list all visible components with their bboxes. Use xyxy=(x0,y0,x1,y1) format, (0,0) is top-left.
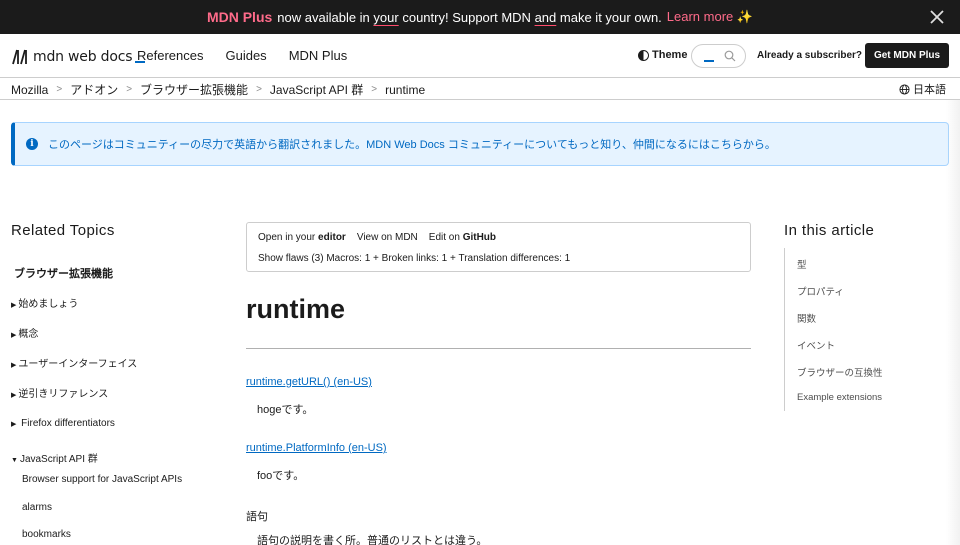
sidebar-item-label: JavaScript API 群 xyxy=(19,454,98,465)
open-editor-strong: editor xyxy=(318,232,346,243)
learn-more-link[interactable]: Learn more ✨ xyxy=(667,9,753,25)
chevron-right-icon: > xyxy=(56,84,63,95)
mdn-logo[interactable]: mdn web docs xyxy=(11,46,146,68)
show-flaws-button[interactable]: Show flaws (3) Macros: 1 + Broken links:… xyxy=(258,253,570,264)
search-input[interactable] xyxy=(691,44,746,68)
view-on-mdn-link[interactable]: View on MDN xyxy=(357,232,418,243)
breadcrumb: Mozilla > アドオン > ブラウザー拡張機能 > JavaScript … xyxy=(11,81,425,98)
title-divider xyxy=(246,348,751,349)
toc-item[interactable]: Example extensions xyxy=(797,392,882,403)
search-icon xyxy=(724,50,736,62)
definition-description: hogeです。 xyxy=(257,404,314,416)
sidebar-item-expanded[interactable]: ▼ JavaScript API 群 xyxy=(11,450,98,465)
definition-term-link[interactable]: runtime.PlatformInfo (en-US) xyxy=(246,442,387,454)
sidebar-item-label: 概念 xyxy=(18,329,39,340)
breadcrumb-item[interactable]: JavaScript API 群 xyxy=(270,81,363,98)
sidebar-section-heading[interactable]: ブラウザー拡張機能 xyxy=(14,265,113,281)
sidebar-item[interactable]: ▶ ユーザーインターフェイス xyxy=(11,355,137,370)
banner-brand: MDN Plus xyxy=(206,9,273,25)
language-switcher[interactable]: 日本語 xyxy=(899,81,946,97)
edit-on-github-link[interactable]: Edit on GitHub xyxy=(429,232,496,243)
open-editor-prefix: Open in your xyxy=(258,232,316,243)
toc-item[interactable]: 型 xyxy=(797,257,807,271)
edit-prefix: Edit on xyxy=(428,232,460,243)
caret-right-icon: ▶ xyxy=(11,392,17,399)
breadcrumb-item[interactable]: runtime xyxy=(385,83,425,97)
sidebar-item-label: 逆引きリファレンス xyxy=(18,389,109,400)
sidebar-subitem[interactable]: bookmarks xyxy=(22,529,71,540)
get-mdn-plus-button[interactable]: Get MDN Plus xyxy=(865,43,949,68)
sidebar-item[interactable]: ▶ Firefox differentiators xyxy=(11,418,115,429)
promo-banner: MDN Plus now available in your country! … xyxy=(0,0,960,34)
breadcrumb-item[interactable]: Mozilla xyxy=(11,83,48,97)
logo-text: mdn web docs xyxy=(33,49,133,65)
globe-icon xyxy=(899,83,910,95)
login-link[interactable]: Already a subscriber? xyxy=(757,50,862,61)
nav-guides[interactable]: Guides xyxy=(225,48,266,63)
edit-strong: GitHub xyxy=(462,232,497,243)
sidebar-item[interactable]: ▶ 概念 xyxy=(11,325,38,340)
nav-mdn-plus[interactable]: MDN Plus xyxy=(289,48,348,63)
sidebar-subitem[interactable]: Browser support for JavaScript APIs xyxy=(22,474,182,485)
toc-item[interactable]: プロパティ xyxy=(797,284,844,298)
theme-label: Theme xyxy=(652,49,688,61)
site-header: mdn web docs References Guides MDN Plus … xyxy=(0,34,960,78)
breadcrumb-bar: Mozilla > アドオン > ブラウザー拡張機能 > JavaScript … xyxy=(0,78,960,100)
mdn-logo-icon xyxy=(12,49,27,65)
chevron-right-icon: > xyxy=(126,84,133,95)
main-nav: References Guides MDN Plus xyxy=(137,48,347,63)
banner-text-and: and xyxy=(534,9,557,25)
search-cursor xyxy=(704,60,714,62)
info-icon: i xyxy=(26,138,38,150)
chevron-right-icon: > xyxy=(256,84,262,95)
sidebar-item-label: ユーザーインターフェイス xyxy=(18,359,138,370)
breadcrumb-item[interactable]: ブラウザー拡張機能 xyxy=(140,81,248,98)
caret-right-icon: ▶ xyxy=(11,362,17,369)
toc-item[interactable]: イベント xyxy=(797,338,835,352)
document-toolbar: Open in your editor View on MDN Edit on … xyxy=(246,222,751,272)
sidebar-subitem[interactable]: alarms xyxy=(22,502,52,513)
nav-references[interactable]: References xyxy=(137,48,203,63)
translation-notice: i このページはコミュニティーの尽力で英語から翻訳されました。MDN Web D… xyxy=(11,122,949,166)
toc-title: In this article xyxy=(784,222,875,239)
banner-text-your: your xyxy=(373,9,399,25)
sidebar-item[interactable]: ▶ 始めましょう xyxy=(11,295,78,310)
close-icon[interactable] xyxy=(928,8,946,26)
sidebar-title: Related Topics xyxy=(11,222,115,239)
caret-right-icon: ▶ xyxy=(11,421,17,428)
chevron-right-icon: > xyxy=(371,84,378,95)
scroll-edge-shadow xyxy=(946,100,960,545)
caret-right-icon: ▶ xyxy=(11,302,17,309)
language-label: 日本語 xyxy=(913,84,946,96)
notice-message[interactable]: このページはコミュニティーの尽力で英語から翻訳されました。MDN Web Doc… xyxy=(48,136,776,152)
banner-text-1: now available in xyxy=(277,9,370,25)
definition-description: 語句の説明を書く所。普通のリストとは違う。 xyxy=(257,535,488,545)
sidebar-item[interactable]: ▶ 逆引きリファレンス xyxy=(11,385,108,400)
definition-term-link[interactable]: runtime.getURL() (en-US) xyxy=(246,376,372,388)
theme-button[interactable]: Theme xyxy=(638,49,687,61)
toc-rail xyxy=(784,248,785,411)
toc-item[interactable]: 関数 xyxy=(797,311,816,325)
sidebar-item-label: 始めましょう xyxy=(18,299,79,310)
caret-right-icon: ▶ xyxy=(11,332,17,339)
open-in-editor-button[interactable]: Open in your editor xyxy=(258,232,346,243)
banner-text-3: make it your own. xyxy=(559,9,662,25)
definition-description: fooです。 xyxy=(257,470,305,482)
toolbar-actions: Open in your editor View on MDN Edit on … xyxy=(258,232,496,243)
theme-icon xyxy=(638,49,649,61)
breadcrumb-item[interactable]: アドオン xyxy=(70,81,118,98)
toc-item[interactable]: ブラウザーの互換性 xyxy=(797,365,883,379)
banner-text-2: country! Support MDN xyxy=(402,9,531,25)
caret-down-icon: ▼ xyxy=(11,457,18,464)
definition-term: 語句 xyxy=(246,511,268,523)
page-title: runtime xyxy=(246,294,346,324)
sidebar-item-label: Firefox differentiators xyxy=(21,418,115,429)
